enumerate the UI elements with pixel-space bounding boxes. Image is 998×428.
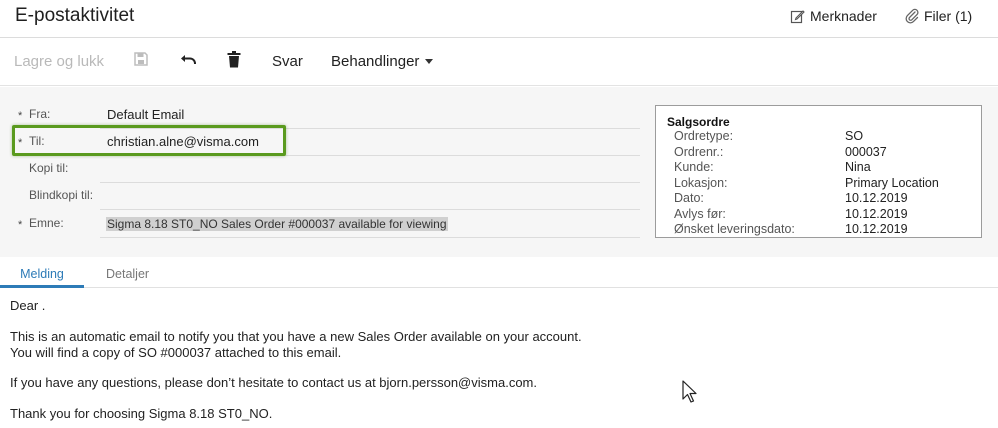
sales-order-title: Salgsordre [667,115,730,129]
undo-button[interactable] [180,50,198,72]
message-line: You will find a copy of SO #000037 attac… [10,345,342,360]
cancel-by-value: 10.12.2019 [845,206,908,221]
order-type-value: SO [845,129,864,143]
bcc-row: Blindkopi til: [0,183,640,210]
order-number-value: 000037 [845,144,887,159]
location-value: Primary Location [845,175,939,190]
order-type-label: Ordretype: [674,129,734,143]
notes-label: Merknader [810,8,877,24]
files-button[interactable]: Filer (1) [905,8,972,24]
title-bar: E-postaktivitet Merknader Filer (1) [0,0,998,38]
undo-icon [180,52,198,70]
location-label: Lokasjon: [674,175,728,190]
cancel-by-label: Avlys før: [674,206,726,221]
save-and-close-button[interactable]: Lagre og lukk [14,50,104,72]
required-mark: * [18,110,23,122]
divider [100,237,640,238]
page-title: E-postaktivitet [15,5,135,26]
cc-label: Kopi til: [29,161,69,175]
save-button[interactable] [133,50,149,72]
requested-delivery-label: Ønsket leveringsdato: [674,222,795,236]
divider [100,209,640,210]
tab-message[interactable]: Melding [0,267,84,288]
actions-dropdown[interactable]: Behandlinger [331,50,434,72]
caret-down-icon [425,59,434,64]
trash-icon [227,50,241,72]
from-field[interactable]: Default Email [107,107,184,122]
required-mark: * [18,219,23,231]
tab-details[interactable]: Detaljer [106,267,149,281]
message-line: Thank you for choosing Sigma 8.18 ST0_NO… [10,406,273,421]
from-label: Fra: [29,107,51,121]
toolbar: Lagre og lukk Svar Behandlinger [0,38,998,86]
sales-order-panel: Salgsordre Ordretype: SO Ordrenr.: 00003… [655,105,982,238]
cc-row: Kopi til: [0,156,640,183]
subject-row: * Emne: Sigma 8.18 ST0_NO Sales Order #0… [0,211,640,238]
message-line: If you have any questions, please don’t … [10,375,537,390]
delete-button[interactable] [227,50,241,72]
message-greeting: Dear . [10,298,46,313]
paperclip-icon [905,8,919,24]
subject-label: Emne: [29,216,64,230]
actions-label: Behandlinger [331,52,420,70]
edit-note-icon [790,9,805,24]
subject-field[interactable]: Sigma 8.18 ST0_NO Sales Order #000037 av… [106,217,448,231]
order-number-label: Ordrenr.: [674,144,724,159]
customer-value: Nina [845,160,871,174]
floppy-disk-icon [133,51,149,71]
message-line: This is an automatic email to notify you… [10,329,582,344]
date-value: 10.12.2019 [845,191,908,205]
to-field-highlight [12,125,286,156]
mouse-cursor-icon [682,380,698,409]
date-label: Dato: [674,191,704,205]
reply-button[interactable]: Svar [272,50,303,72]
requested-delivery-value: 10.12.2019 [845,222,908,236]
files-label: Filer (1) [924,8,973,24]
notes-button[interactable]: Merknader [790,8,877,24]
bcc-label: Blindkopi til: [29,188,94,202]
tab-bar: Melding Detaljer [0,264,998,288]
customer-label: Kunde: [674,160,714,174]
